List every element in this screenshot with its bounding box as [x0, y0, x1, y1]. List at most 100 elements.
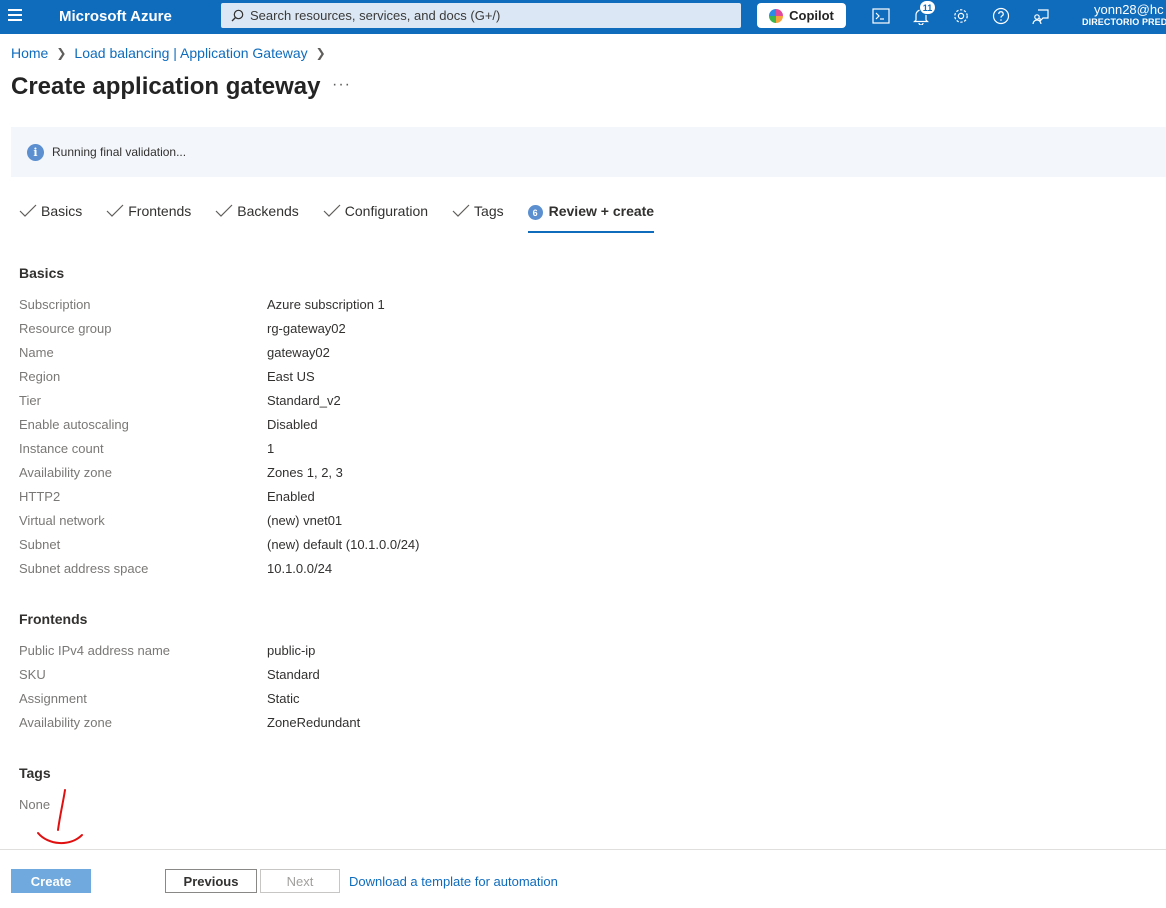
chevron-right-icon: ❯	[56, 46, 67, 60]
summary-row: Resource group rg-gateway02	[19, 316, 419, 340]
tab-configuration[interactable]: Configuration	[323, 203, 428, 233]
copilot-button[interactable]: Copilot	[757, 3, 846, 28]
summary-value: Disabled	[267, 416, 318, 432]
checkmark-icon	[323, 204, 341, 217]
checkmark-icon	[452, 204, 470, 217]
account-menu[interactable]: yonn28@hc DIRECTORIO PRED	[1080, 2, 1166, 27]
summary-row: Subnet (new) default (10.1.0.0/24)	[19, 532, 419, 556]
page-title: Create application gateway	[11, 73, 321, 100]
summary-row: Name gateway02	[19, 340, 419, 364]
summary-row: Availability zone Zones 1, 2, 3	[19, 460, 419, 484]
cloud-shell-icon[interactable]	[871, 6, 891, 26]
summary-value: Zones 1, 2, 3	[267, 464, 343, 480]
summary-key: Subnet	[19, 536, 61, 552]
chevron-right-icon: ❯	[315, 46, 326, 60]
summary-key: SKU	[19, 666, 46, 682]
tab-label: Tags	[474, 203, 504, 219]
tab-review-create[interactable]: 6 Review + create	[527, 203, 655, 233]
step-number-badge: 6	[527, 205, 543, 220]
summary-key: Virtual network	[19, 512, 105, 528]
summary-value: rg-gateway02	[267, 320, 346, 336]
summary-key: Resource group	[19, 320, 112, 336]
frontends-summary: Public IPv4 address name public-ip SKU Sta…	[19, 638, 360, 734]
tab-basics[interactable]: Basics	[19, 203, 82, 233]
summary-row: HTTP2 Enabled	[19, 484, 419, 508]
search-placeholder: Search resources, services, and docs (G+…	[250, 8, 501, 23]
more-options-button[interactable]: ···	[332, 76, 351, 94]
breadcrumb-load-balancing[interactable]: Load balancing | Application Gateway	[74, 45, 307, 61]
gear-icon[interactable]	[951, 6, 971, 26]
summary-row: Tier Standard_v2	[19, 388, 419, 412]
summary-key: Public IPv4 address name	[19, 642, 171, 658]
summary-row: SKU Standard	[19, 662, 360, 686]
summary-key: Region	[19, 368, 61, 384]
checkmark-icon	[19, 204, 37, 217]
basics-summary: Subscription Azure subscription 1 Resourc…	[19, 292, 419, 580]
summary-value: Enabled	[267, 488, 315, 504]
tab-label: Frontends	[128, 203, 192, 219]
summary-key: Subscription	[19, 296, 91, 312]
summary-key: Enable autoscaling	[19, 416, 129, 432]
feedback-icon[interactable]	[1031, 6, 1051, 26]
wizard-tabs: Basics Frontends Backends Configuration …	[19, 203, 655, 233]
summary-value: East US	[267, 368, 315, 384]
summary-row: Instance count 1	[19, 436, 419, 460]
summary-row: Assignment Static	[19, 686, 360, 710]
info-icon: i	[27, 143, 44, 161]
summary-row: Virtual network (new) vnet01	[19, 508, 419, 532]
section-title-basics: Basics	[19, 265, 65, 281]
search-icon	[231, 9, 244, 22]
hand-drawn-arrow-annotation	[37, 789, 83, 844]
copilot-icon	[769, 8, 784, 23]
summary-value: Standard_v2	[267, 392, 341, 408]
notification-count-badge: 11	[919, 0, 936, 15]
summary-row: Region East US	[19, 364, 419, 388]
tab-frontends[interactable]: Frontends	[106, 203, 191, 233]
tab-label: Configuration	[344, 203, 429, 219]
tab-backends[interactable]: Backends	[215, 203, 299, 233]
search-input[interactable]: Search resources, services, and docs (G+…	[221, 3, 741, 28]
summary-value: 10.1.0.0/24	[267, 560, 333, 576]
summary-key: Assignment	[19, 690, 87, 706]
create-button[interactable]: Create	[11, 869, 91, 893]
summary-value: (new) vnet01	[267, 512, 343, 528]
section-title-tags: Tags	[19, 765, 51, 781]
summary-value: Azure subscription 1	[267, 296, 385, 312]
top-bar: Microsoft Azure Search resources, servic…	[0, 0, 1166, 34]
brand-title[interactable]: Microsoft Azure	[59, 8, 172, 25]
summary-key: Instance count	[19, 440, 104, 456]
summary-row: Subscription Azure subscription 1	[19, 292, 419, 316]
menu-icon[interactable]	[8, 9, 22, 23]
summary-value: Static	[267, 690, 300, 706]
download-template-link[interactable]: Download a template for automation	[349, 874, 558, 889]
summary-key: Availability zone	[19, 714, 112, 730]
user-directory: DIRECTORIO PRED	[1082, 17, 1166, 27]
summary-value: public-ip	[267, 642, 316, 658]
copilot-label: Copilot	[789, 8, 834, 23]
summary-row: Enable autoscaling Disabled	[19, 412, 419, 436]
user-email: yonn28@hc	[1094, 2, 1164, 17]
footer-divider	[0, 849, 1166, 850]
summary-key: Name	[19, 344, 54, 360]
summary-row: Public IPv4 address name public-ip	[19, 638, 360, 662]
summary-value: (new) default (10.1.0.0/24)	[267, 536, 420, 552]
tab-label: Basics	[41, 203, 83, 219]
summary-key: Subnet address space	[19, 560, 149, 576]
checkmark-icon	[215, 204, 233, 217]
breadcrumb: Home ❯ Load balancing | Application Gate…	[11, 45, 334, 61]
summary-row: Subnet address space 10.1.0.0/24	[19, 556, 419, 580]
help-icon[interactable]	[991, 6, 1011, 26]
tab-tags[interactable]: Tags	[452, 203, 504, 233]
validation-banner: i Running final validation...	[11, 127, 1166, 177]
summary-value: 1	[267, 440, 275, 456]
breadcrumb-home[interactable]: Home	[11, 45, 48, 61]
summary-row: Availability zone ZoneRedundant	[19, 710, 360, 734]
tab-label: Review + create	[548, 203, 655, 219]
section-title-frontends: Frontends	[19, 611, 88, 627]
summary-key: Tier	[19, 392, 41, 408]
next-button[interactable]: Next	[260, 869, 340, 893]
summary-value: Standard	[267, 666, 320, 682]
summary-key: HTTP2	[19, 488, 61, 504]
summary-value: gateway02	[267, 344, 330, 360]
previous-button[interactable]: Previous	[165, 869, 257, 893]
